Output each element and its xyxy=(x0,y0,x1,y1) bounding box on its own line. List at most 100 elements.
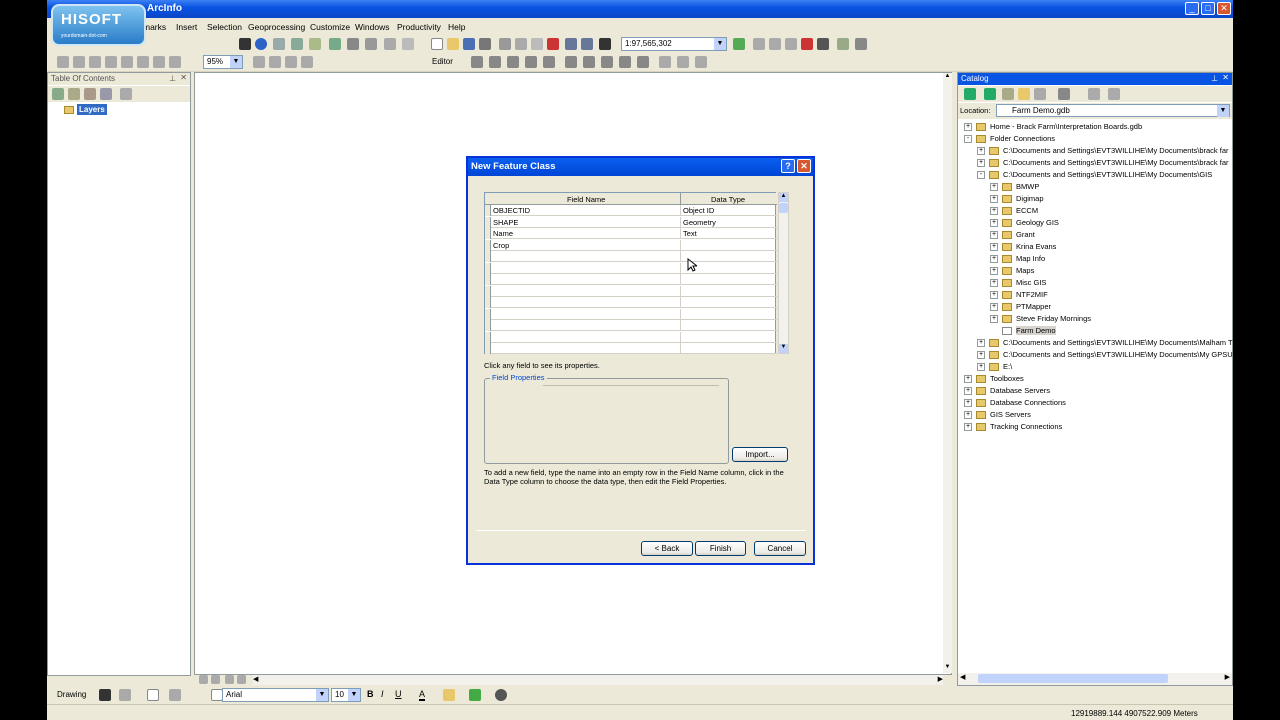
row-selector[interactable] xyxy=(485,228,491,239)
edit-annotation-icon[interactable] xyxy=(489,56,501,68)
editor-menu[interactable]: Editor xyxy=(432,57,453,66)
draft-mode-icon[interactable] xyxy=(301,56,313,68)
straight-segment-icon[interactable] xyxy=(507,56,519,68)
end-point-arc-icon[interactable] xyxy=(525,56,537,68)
row-selector[interactable] xyxy=(485,262,491,274)
fixed-zoom-in-icon[interactable] xyxy=(121,56,133,68)
rotate-icon[interactable] xyxy=(637,56,649,68)
table-row[interactable] xyxy=(485,308,777,320)
scroll-left-icon[interactable]: ◀ xyxy=(253,675,258,683)
list-by-drawing-order-icon[interactable] xyxy=(52,88,64,100)
fixed-zoom-out-icon[interactable] xyxy=(137,56,149,68)
chevron-down-icon[interactable]: ▼ xyxy=(348,689,360,701)
maximize-button[interactable]: □ xyxy=(1201,2,1215,15)
pin-icon[interactable]: ⊥ xyxy=(1211,74,1218,83)
table-row[interactable] xyxy=(485,343,777,354)
expand-toggle-icon[interactable]: + xyxy=(964,399,972,407)
fill-color-icon[interactable] xyxy=(443,689,455,701)
row-selector[interactable] xyxy=(485,331,491,343)
expand-toggle-icon[interactable]: + xyxy=(990,267,998,275)
close-icon[interactable]: ✕ xyxy=(180,73,187,82)
minimize-button[interactable]: _ xyxy=(1185,2,1199,15)
identify-icon[interactable] xyxy=(255,38,267,50)
menu-windows[interactable]: Windows xyxy=(355,22,389,32)
expand-toggle-icon[interactable]: + xyxy=(977,363,985,371)
list-by-selection-icon[interactable] xyxy=(100,88,112,100)
table-row[interactable] xyxy=(485,285,777,297)
expand-toggle-icon[interactable]: + xyxy=(990,279,998,287)
italic-icon[interactable]: I xyxy=(381,689,384,699)
field-name-cell[interactable]: OBJECTID xyxy=(493,206,679,215)
expand-toggle-icon[interactable]: + xyxy=(977,339,985,347)
expand-toggle-icon[interactable]: + xyxy=(990,303,998,311)
expand-toggle-icon[interactable]: + xyxy=(964,123,972,131)
field-name-cell[interactable]: SHAPE xyxy=(493,218,679,227)
row-selector[interactable] xyxy=(485,320,491,331)
overview-icon[interactable] xyxy=(402,38,414,50)
forward-icon[interactable] xyxy=(984,88,996,100)
menu-help[interactable]: Help xyxy=(448,22,465,32)
scroll-down-icon[interactable]: ▼ xyxy=(943,664,952,673)
data-view-icon[interactable] xyxy=(199,675,208,684)
help-icon[interactable]: ? xyxy=(781,159,795,173)
scroll-thumb[interactable] xyxy=(779,203,788,213)
text-tool-icon[interactable] xyxy=(169,689,181,701)
font-size-combo[interactable]: 10 ▼ xyxy=(331,688,361,702)
goto-xy-icon[interactable] xyxy=(347,38,359,50)
row-selector[interactable] xyxy=(485,274,491,285)
list-by-source-icon[interactable] xyxy=(68,88,80,100)
undo-icon[interactable] xyxy=(565,38,577,50)
table-row[interactable]: OBJECTID Object ID xyxy=(485,205,777,216)
page-extent-icon[interactable] xyxy=(285,56,297,68)
menu-geoprocessing[interactable]: Geoprocessing xyxy=(248,22,305,32)
edit-vertices-icon[interactable] xyxy=(565,56,577,68)
menu-selection[interactable]: Selection xyxy=(207,22,242,32)
save-icon[interactable] xyxy=(463,38,475,50)
split-icon[interactable] xyxy=(619,56,631,68)
scroll-thumb[interactable] xyxy=(978,674,1168,683)
catalog-window-icon[interactable] xyxy=(769,38,781,50)
open-icon[interactable] xyxy=(447,38,459,50)
table-row[interactable] xyxy=(485,274,777,285)
arctoolbox-icon[interactable] xyxy=(801,38,813,50)
scroll-up-icon[interactable]: ▲ xyxy=(943,73,952,82)
home-folder-icon[interactable] xyxy=(1018,88,1030,100)
zoom-out-icon[interactable] xyxy=(73,56,85,68)
search-window-icon[interactable] xyxy=(785,38,797,50)
new-document-icon[interactable] xyxy=(431,38,443,50)
viewer-icon[interactable] xyxy=(384,38,396,50)
toolbar-options-icon[interactable] xyxy=(855,38,867,50)
toc-options-icon[interactable] xyxy=(120,88,132,100)
expand-toggle-icon[interactable]: + xyxy=(990,315,998,323)
map-horizontal-scrollbar[interactable]: ◀ ▶ xyxy=(253,675,943,685)
binoculars-icon[interactable] xyxy=(329,38,341,50)
hyperlink-icon[interactable] xyxy=(309,38,321,50)
edit-tool-icon[interactable] xyxy=(471,56,483,68)
map-scale-combo[interactable]: 1:97,565,302 ▼ xyxy=(621,37,727,51)
table-row[interactable] xyxy=(485,251,777,262)
page-pan-icon[interactable] xyxy=(269,56,281,68)
redo-icon[interactable] xyxy=(581,38,593,50)
time-slider-icon[interactable] xyxy=(365,38,377,50)
table-row[interactable] xyxy=(485,297,777,308)
table-of-contents-icon[interactable] xyxy=(753,38,765,50)
marker-color-icon[interactable] xyxy=(495,689,507,701)
layout-zoom-combo[interactable]: 95% ▼ xyxy=(203,55,243,69)
scroll-left-icon[interactable]: ◀ xyxy=(960,673,965,681)
model-builder-icon[interactable] xyxy=(837,38,849,50)
select-arrow-icon[interactable] xyxy=(239,38,251,50)
chevron-down-icon[interactable]: ▼ xyxy=(230,56,242,68)
row-selector[interactable] xyxy=(485,308,491,320)
import-button[interactable]: Import... xyxy=(732,447,788,462)
expand-toggle-icon[interactable]: + xyxy=(990,291,998,299)
menu-productivity[interactable]: Productivity xyxy=(397,22,441,32)
row-selector[interactable] xyxy=(485,251,491,262)
map-vertical-scrollbar[interactable]: ▲ ▼ xyxy=(943,73,952,673)
table-row[interactable]: Name Text xyxy=(485,228,777,239)
row-selector[interactable] xyxy=(485,285,491,297)
data-type-cell[interactable]: Geometry xyxy=(683,218,716,227)
next-extent-icon[interactable] xyxy=(169,56,181,68)
scroll-right-icon[interactable]: ▶ xyxy=(1225,673,1230,681)
data-type-cell[interactable]: Object ID xyxy=(683,206,714,215)
rectangle-icon[interactable] xyxy=(147,689,159,701)
